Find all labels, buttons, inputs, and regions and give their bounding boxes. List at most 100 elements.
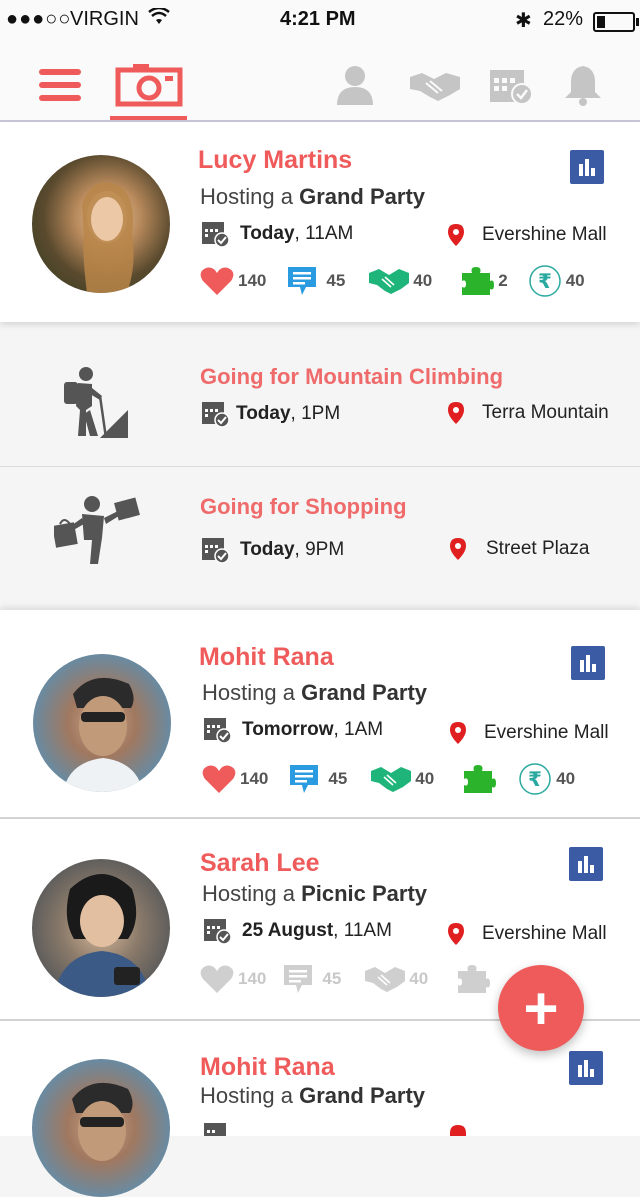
comments-count: 45 xyxy=(328,769,348,788)
handshake-icon xyxy=(371,767,412,792)
rupee-stat[interactable]: ₹ 40 xyxy=(528,264,585,298)
likes-count: 140 xyxy=(240,769,269,788)
heart-icon xyxy=(200,965,234,993)
event-hour: , 9PM xyxy=(294,539,345,560)
hiker-icon xyxy=(64,367,128,439)
handshakes-stat[interactable]: 40 xyxy=(371,765,434,793)
avatar[interactable] xyxy=(32,1059,170,1197)
menu-icon[interactable] xyxy=(38,62,82,108)
comments-stat[interactable]: 45 xyxy=(282,963,341,995)
handshake-icon xyxy=(365,967,406,992)
comments-stat[interactable]: 45 xyxy=(286,265,345,297)
calendar-icon xyxy=(202,538,230,564)
camera-icon[interactable] xyxy=(114,62,184,108)
event-location[interactable]: Street Plaza xyxy=(450,538,590,560)
comments-count: 45 xyxy=(326,271,346,290)
host-name[interactable]: Lucy Martins xyxy=(198,146,352,175)
profile-icon[interactable] xyxy=(336,62,374,108)
puzzle-icon xyxy=(464,765,497,793)
rupee-icon: ₹ xyxy=(519,763,551,795)
feed-activity[interactable]: Going for Mountain Climbing Today, 1PM T… xyxy=(0,364,640,466)
top-navbar xyxy=(0,40,640,122)
stats-button[interactable] xyxy=(570,150,604,184)
hosting-prefix: Hosting a xyxy=(200,184,293,209)
hosting-line: Hosting a Grand Party xyxy=(202,680,427,706)
handshake-icon[interactable] xyxy=(408,62,462,108)
handshakes-count: 40 xyxy=(409,969,429,988)
event-time: Today, 1PM xyxy=(200,400,340,428)
handshakes-count: 40 xyxy=(415,769,435,788)
event-name: Grand Party xyxy=(299,184,426,209)
activity-title[interactable]: Going for Mountain Climbing xyxy=(200,364,503,390)
puzzle-stat[interactable] xyxy=(456,963,491,995)
bell-icon[interactable] xyxy=(562,62,604,108)
avatar[interactable] xyxy=(32,859,170,997)
status-bar: ●●●○○ VIRGIN 4:21 PM ✱ 22% xyxy=(0,0,640,40)
event-time: Tomorrow, 1AM xyxy=(202,716,383,744)
event-location[interactable]: Terra Mountain xyxy=(448,402,609,424)
avatar[interactable] xyxy=(32,155,170,293)
activity-title[interactable]: Going for Shopping xyxy=(200,494,407,520)
feed-card-host[interactable]: Mohit Rana Hosting a Grand Party Tomorro… xyxy=(0,610,640,817)
puzzle-stat[interactable] xyxy=(462,763,497,795)
puzzle-icon xyxy=(458,965,491,993)
avatar[interactable] xyxy=(33,654,171,792)
engagement-stats: 140 45 40 2 ₹ 40 xyxy=(200,264,585,298)
puzzle-count: 2 xyxy=(498,271,508,290)
puzzle-stat[interactable]: 2 xyxy=(460,265,508,297)
handshake-icon xyxy=(369,269,410,294)
event-day: Today xyxy=(240,539,295,560)
event-day: Tomorrow xyxy=(242,719,334,740)
divider xyxy=(0,466,640,467)
event-location[interactable]: Evershine Mall xyxy=(450,722,609,744)
event-location[interactable]: Evershine Mall xyxy=(448,224,607,246)
event-hour: , 1AM xyxy=(333,719,384,740)
event-time: 25 August, 11AM xyxy=(202,917,392,945)
comments-stat[interactable]: 45 xyxy=(288,763,347,795)
stats-button[interactable] xyxy=(571,646,605,680)
host-name[interactable]: Mohit Rana xyxy=(199,643,334,672)
hosting-line: Hosting a Grand Party xyxy=(200,1083,425,1109)
location-label: Evershine Mall xyxy=(484,722,609,743)
location-pin-icon xyxy=(448,224,464,246)
svg-text:₹: ₹ xyxy=(538,269,552,293)
handshakes-count: 40 xyxy=(413,271,433,290)
add-label: + xyxy=(523,974,559,1042)
stats-button[interactable] xyxy=(569,1051,603,1085)
feed-card-host[interactable]: Lucy Martins Hosting a Grand Party Today… xyxy=(0,122,640,322)
host-name[interactable]: Mohit Rana xyxy=(200,1053,335,1082)
comment-icon xyxy=(284,965,313,993)
shopping-icon xyxy=(54,496,140,564)
stats-button[interactable] xyxy=(569,847,603,881)
handshakes-stat[interactable]: 40 xyxy=(365,965,428,993)
hosting-line: Hosting a Picnic Party xyxy=(202,881,427,907)
likes-stat[interactable]: 140 xyxy=(200,964,266,994)
host-name[interactable]: Sarah Lee xyxy=(200,849,320,878)
likes-count: 140 xyxy=(238,969,267,988)
feed-activity[interactable]: Going for Shopping Today, 9PM Street Pla… xyxy=(0,468,640,608)
rupee-stat[interactable]: ₹ 40 xyxy=(518,762,575,796)
event-time: Today, 9PM xyxy=(200,536,344,564)
event-time: Today, 11AM xyxy=(200,220,353,248)
likes-stat[interactable]: 140 xyxy=(200,266,266,296)
event-name: Grand Party xyxy=(299,1083,426,1108)
event-day: Today xyxy=(236,403,291,424)
likes-stat[interactable]: 140 xyxy=(202,764,268,794)
location-pin-icon xyxy=(448,923,464,945)
calendar-icon xyxy=(202,222,230,248)
engagement-stats: 140 45 40 xyxy=(200,963,491,995)
rupee-icon: ₹ xyxy=(528,265,561,297)
heart-icon xyxy=(200,267,234,295)
handshakes-stat[interactable]: 40 xyxy=(369,267,432,295)
event-name: Picnic Party xyxy=(301,881,428,906)
likes-count: 140 xyxy=(238,271,267,290)
calendar-icon xyxy=(204,919,232,945)
rupee-count: 40 xyxy=(565,271,585,290)
bluetooth-icon: ✱ xyxy=(515,10,532,32)
event-location[interactable]: Evershine Mall xyxy=(448,923,607,945)
calendar-icon xyxy=(204,1123,226,1136)
calendar-icon xyxy=(202,402,230,428)
battery-icon xyxy=(593,12,639,32)
calendar-icon[interactable] xyxy=(488,62,534,108)
add-event-button[interactable]: + xyxy=(498,965,584,1051)
